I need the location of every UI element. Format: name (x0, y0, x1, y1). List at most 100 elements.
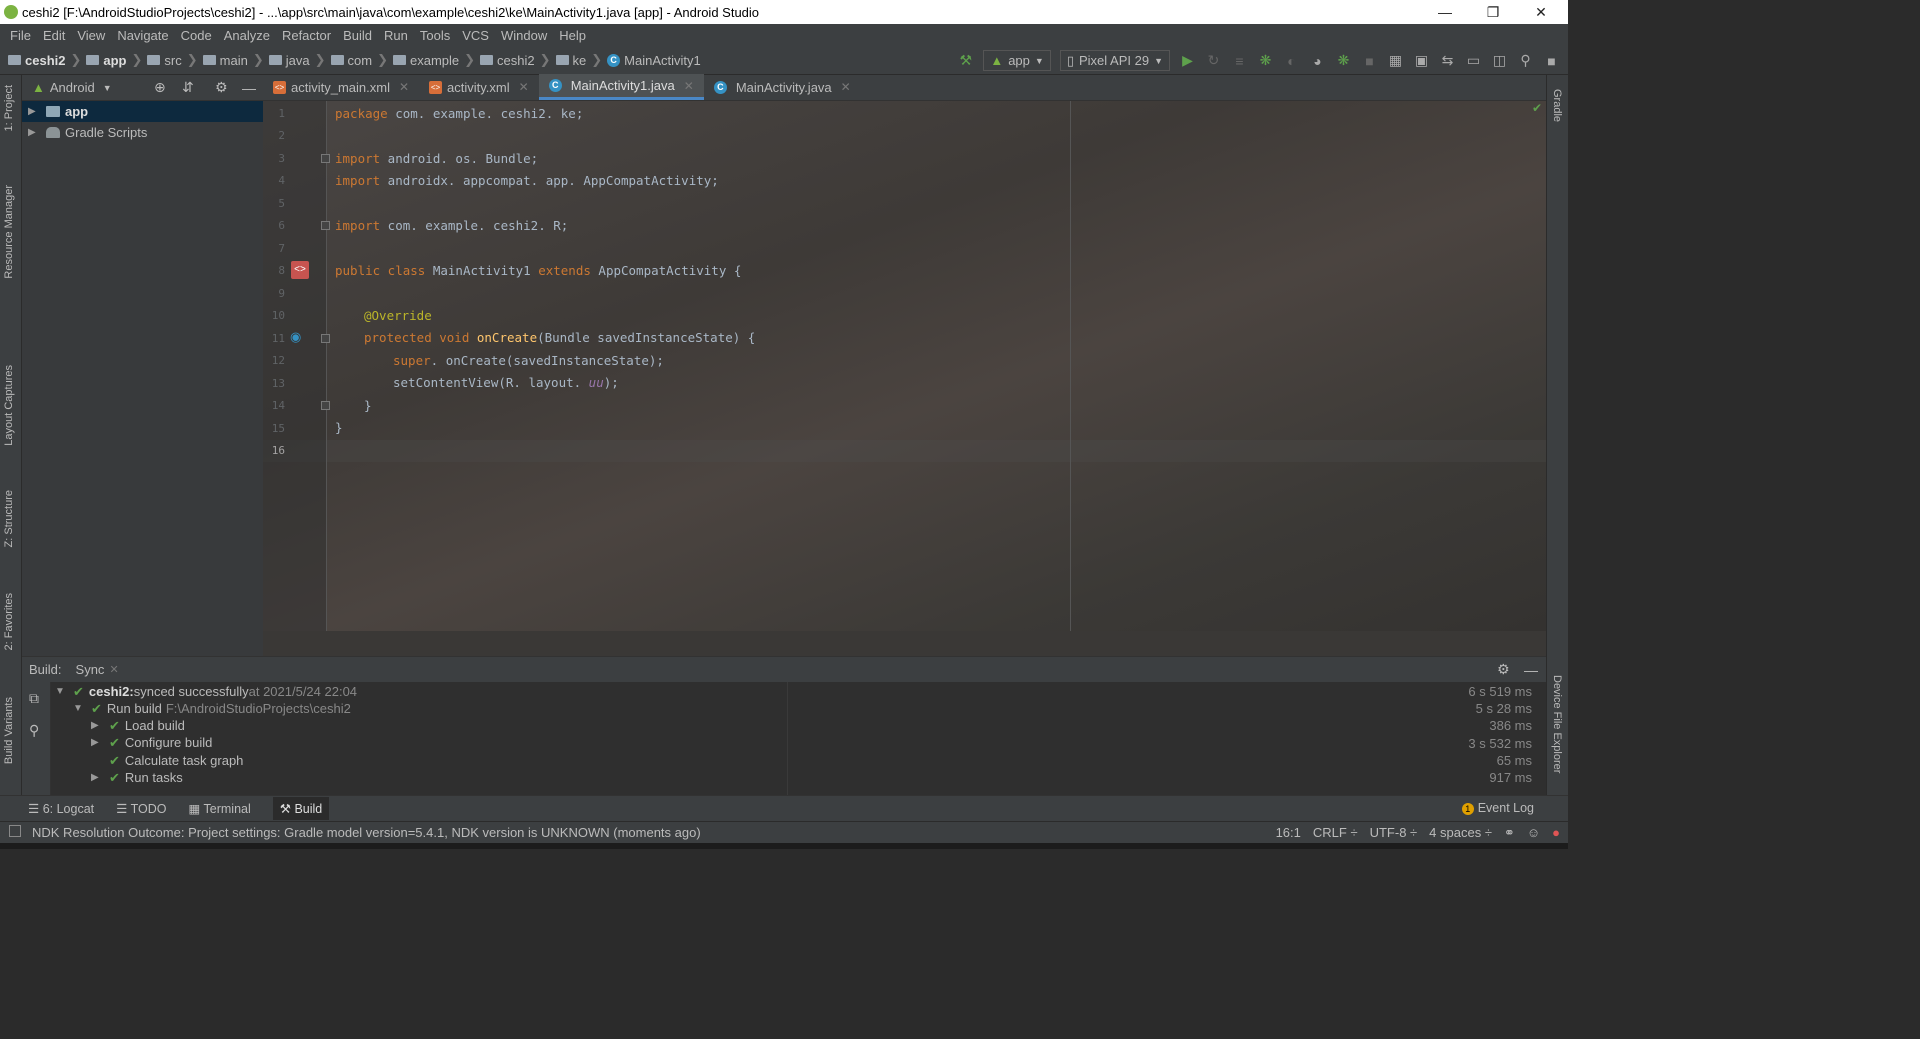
locate-icon[interactable]: ⊕ (154, 79, 166, 96)
collapse-arrow-icon[interactable]: ▼ (73, 703, 85, 714)
crumb-ceshi2-pkg[interactable]: ceshi2 (497, 53, 535, 68)
build-variants-tool-button[interactable]: Build Variants (3, 697, 15, 764)
menu-code[interactable]: Code (175, 28, 218, 43)
resource-manager-tool-button[interactable]: Resource Manager (3, 185, 15, 279)
tree-item-gradle-scripts[interactable]: ▶ Gradle Scripts (22, 122, 263, 143)
inspection-ok-icon[interactable]: ✔ (1532, 101, 1542, 115)
file-encoding[interactable]: UTF-8 ÷ (1370, 825, 1418, 841)
run-config-select[interactable]: ▲ app ▼ (983, 50, 1051, 71)
menu-navigate[interactable]: Navigate (111, 28, 174, 43)
profile-icon[interactable]: ◕ (1309, 52, 1326, 69)
menu-refactor[interactable]: Refactor (276, 28, 337, 43)
task-row[interactable]: ▶ ✔ Run tasks (91, 769, 183, 786)
apply-changes-icon[interactable]: ↻ (1205, 52, 1222, 69)
account-icon[interactable]: ■ (1543, 52, 1560, 69)
gradle-tool-button[interactable]: Gradle (1551, 89, 1563, 122)
debug-icon[interactable]: ❋ (1257, 52, 1274, 69)
expand-arrow-icon[interactable]: ▶ (91, 772, 103, 783)
build-root-row[interactable]: ▼ ✔ ceshi2: synced successfully at 2021/5… (55, 683, 357, 700)
coverage-icon[interactable]: ◐ (1283, 52, 1300, 69)
gear-icon[interactable]: ⚙ (215, 79, 228, 96)
device-file-explorer-tool-button[interactable]: Device File Explorer (1551, 675, 1563, 773)
crumb-main[interactable]: main (220, 53, 248, 68)
menu-analyze[interactable]: Analyze (218, 28, 276, 43)
pin-icon[interactable]: ⚲ (29, 722, 39, 739)
crumb-ke[interactable]: ke (573, 53, 587, 68)
fold-icon[interactable] (321, 221, 330, 230)
fold-icon[interactable] (321, 334, 330, 343)
tab-activity-main-xml[interactable]: <> activity_main.xml ✕ (263, 74, 419, 100)
search-icon[interactable]: ⚲ (1517, 52, 1534, 69)
task-row[interactable]: ▶ ✔ Load build (91, 717, 185, 734)
hide-icon[interactable]: — (242, 80, 256, 96)
project-structure-icon[interactable]: ▦ (1387, 52, 1404, 69)
collapse-all-icon[interactable]: ⇵ (182, 79, 194, 96)
layout-captures-tool-button[interactable]: Layout Captures (3, 365, 15, 446)
menu-help[interactable]: Help (553, 28, 592, 43)
lock-icon[interactable]: ⚭ (1504, 825, 1515, 841)
close-tab-icon[interactable]: ✕ (684, 79, 694, 93)
crumb-ceshi2[interactable]: ceshi2 (25, 53, 65, 68)
fold-icon[interactable] (321, 154, 330, 163)
menu-vcs[interactable]: VCS (456, 28, 495, 43)
menu-run[interactable]: Run (378, 28, 414, 43)
sync-gradle-icon[interactable]: ⇆ (1439, 52, 1456, 69)
layout-inspector-icon[interactable]: ▣ (1413, 52, 1430, 69)
toggle-view-icon[interactable]: ⧉ (29, 690, 39, 707)
status-message[interactable]: NDK Resolution Outcome: Project settings… (32, 825, 701, 840)
build-tab-sync[interactable]: Sync (76, 662, 105, 677)
error-icon[interactable]: ● (1552, 825, 1560, 841)
close-tab-icon[interactable]: ✕ (841, 80, 851, 94)
inspector-icon[interactable]: ☺ (1527, 825, 1540, 841)
tab-mainactivity1-java[interactable]: C MainActivity1.java ✕ (538, 74, 704, 100)
favorites-tool-button[interactable]: 2: Favorites (3, 593, 15, 650)
indent-setting[interactable]: 4 spaces ÷ (1429, 825, 1492, 841)
caret-position[interactable]: 16:1 (1276, 825, 1301, 841)
restore-button[interactable]: ❐ (1470, 0, 1516, 24)
crumb-app[interactable]: app (103, 53, 126, 68)
expand-arrow-icon[interactable]: ▶ (91, 737, 103, 748)
sdk-manager-icon[interactable]: ◫ (1491, 52, 1508, 69)
expand-arrow-icon[interactable]: ▶ (91, 720, 103, 731)
device-select[interactable]: ▯ Pixel API 29 ▼ (1059, 50, 1170, 71)
code-editor[interactable]: 1 2 3 4 5 6 7 8 9 10 11 12 13 14 15 16 <… (263, 101, 1546, 631)
apply-code-changes-icon[interactable]: ≡ (1231, 52, 1248, 69)
crumb-example[interactable]: example (410, 53, 459, 68)
menu-tools[interactable]: Tools (414, 28, 456, 43)
hide-icon[interactable]: — (1524, 662, 1538, 678)
android-activity-gutter-icon[interactable]: <> (291, 261, 309, 279)
expand-arrow-icon[interactable]: ▶ (28, 127, 40, 138)
close-button[interactable]: ✕ (1518, 0, 1564, 24)
terminal-tab[interactable]: ▦ Terminal (188, 801, 250, 816)
close-tab-icon[interactable]: ✕ (109, 663, 118, 676)
run-icon[interactable]: ▶ (1179, 52, 1196, 69)
avd-manager-icon[interactable]: ▭ (1465, 52, 1482, 69)
line-separator[interactable]: CRLF ÷ (1313, 825, 1358, 841)
logcat-tab[interactable]: ☰ 6: Logcat (28, 801, 94, 816)
menu-build[interactable]: Build (337, 28, 378, 43)
task-row[interactable]: ▶ ✔ Configure build (91, 734, 212, 751)
collapse-arrow-icon[interactable]: ▼ (55, 686, 67, 697)
menu-view[interactable]: View (71, 28, 111, 43)
fold-icon[interactable] (321, 401, 330, 410)
minimize-button[interactable]: — (1422, 0, 1468, 24)
todo-tab[interactable]: ☰ TODO (116, 801, 166, 816)
gear-icon[interactable]: ⚙ (1497, 661, 1510, 678)
tab-mainactivity-java[interactable]: C MainActivity.java ✕ (704, 74, 861, 100)
tool-windows-toggle-icon[interactable] (9, 825, 21, 837)
chevron-down-icon[interactable]: ▼ (103, 83, 112, 93)
make-project-hammer-icon[interactable]: ⚒ (957, 52, 974, 69)
project-view-select[interactable]: Android (50, 80, 95, 95)
attach-debugger-icon[interactable]: ❋ (1335, 52, 1352, 69)
task-row[interactable]: ✔ Calculate task graph (109, 752, 243, 769)
expand-arrow-icon[interactable]: ▶ (28, 106, 40, 117)
tree-item-app[interactable]: ▶ app (22, 101, 263, 122)
project-tool-button[interactable]: 1: Project (3, 85, 15, 131)
structure-tool-button[interactable]: Z: Structure (3, 490, 15, 547)
crumb-src[interactable]: src (164, 53, 181, 68)
override-gutter-icon[interactable]: ◉ (290, 329, 301, 345)
close-tab-icon[interactable]: ✕ (399, 80, 409, 94)
stop-icon[interactable]: ■ (1361, 52, 1378, 69)
close-tab-icon[interactable]: ✕ (519, 80, 529, 94)
crumb-com[interactable]: com (348, 53, 373, 68)
